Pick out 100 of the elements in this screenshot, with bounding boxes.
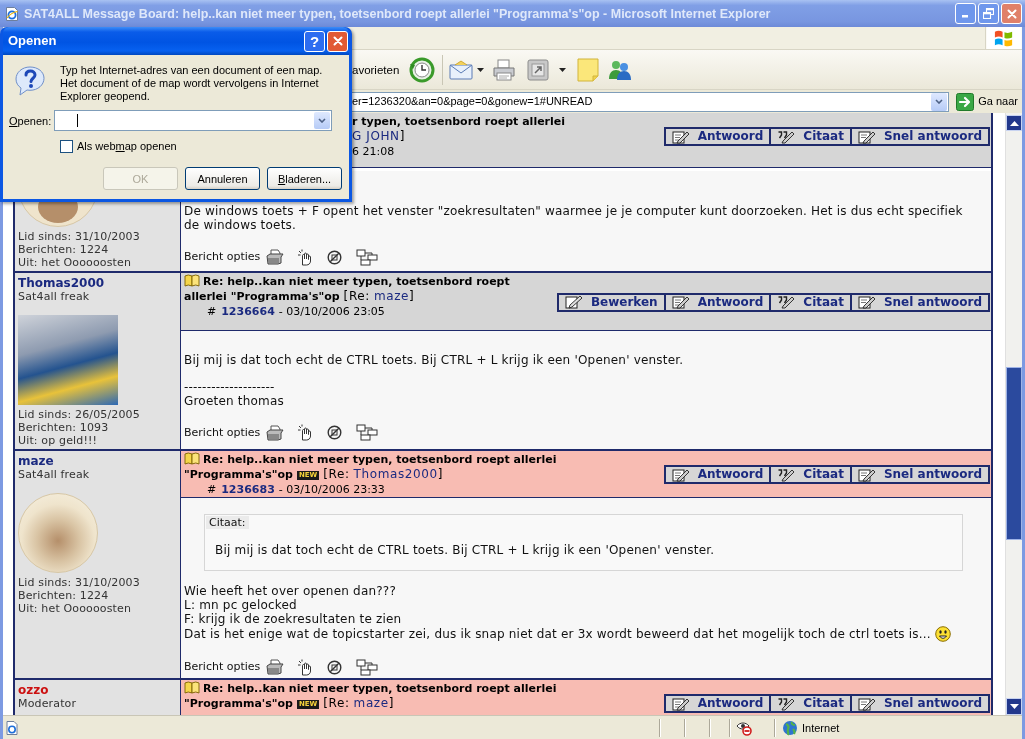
page-pen-icon [671, 129, 690, 144]
post-meta: # 1236664 - 03/10/2006 23:05 [207, 304, 385, 319]
author-stat: Lid sinds: 31/10/2003 [18, 576, 140, 589]
author-name[interactable]: Thomas2000 [18, 276, 105, 290]
quote-marks-pen-icon [777, 295, 796, 309]
post-number-link[interactable]: 1236683 [221, 483, 275, 496]
author-stat: Berichten: 1224 [18, 243, 109, 256]
page-pen-icon [671, 696, 690, 711]
post-action-button[interactable]: Citaat [771, 696, 852, 711]
page-pen-icon [857, 696, 876, 711]
dropdown-button[interactable] [314, 112, 330, 129]
author-stat: Uit: het Oooooosten [18, 256, 132, 269]
pointing-hand-icon[interactable] [297, 658, 314, 676]
options-label: Bericht opties [184, 250, 261, 264]
up-arrow-icon [1009, 120, 1019, 126]
field-label: Openen: [9, 113, 53, 128]
question-bubble-icon [14, 65, 46, 97]
prohibited-circle-icon[interactable] [327, 659, 343, 675]
reply-to-link[interactable]: maze [373, 289, 410, 303]
scrollbar-thumb[interactable] [1006, 367, 1022, 540]
dialog-message: Typ het Internet-adres van een document of een map. Het document of de map wordt vervolgens in Internet Explorer geopend. [60, 64, 324, 103]
author-rank: Sat4all freak [18, 468, 90, 481]
printer-icon[interactable] [266, 424, 285, 441]
page-pen-icon [857, 129, 876, 144]
restore-button[interactable] [978, 3, 999, 24]
author-stat: Lid sinds: 31/10/2003 [18, 230, 140, 243]
help-button[interactable]: ? [304, 30, 325, 52]
go-button[interactable]: Ga naar [956, 91, 1018, 112]
browser-page-icon [4, 5, 20, 22]
post-title: r typen, toetsenbord roept allerlei [352, 114, 566, 129]
reply-to-link[interactable]: maze [353, 696, 389, 710]
globe-icon [782, 719, 798, 736]
address-combobox[interactable] [54, 110, 332, 131]
post-action-button[interactable]: Citaat [771, 467, 852, 482]
caret-icon[interactable] [559, 67, 567, 72]
quote-text: Bij mij is dat toch echt de CTRL toets. Bij CTRL + L krijg ik een 'Openen' venster. [214, 542, 716, 559]
page-pen-icon [671, 295, 690, 309]
post-meta: 6 21:08 [352, 144, 395, 159]
scrollbar-track[interactable] [1005, 113, 1022, 715]
connected-boxes-icon[interactable] [356, 248, 379, 266]
eye-blocked-icon [736, 719, 752, 736]
printer-icon[interactable] [266, 659, 285, 675]
author-name[interactable]: maze [18, 454, 54, 468]
page-icon [4, 719, 20, 736]
post-text: L: mn pc gelocked [184, 598, 298, 612]
page-pencil-icon [564, 295, 583, 309]
author-stat: Uit: het Oooooosten [18, 602, 132, 615]
post-action-button[interactable]: Snel antwoord [851, 467, 988, 482]
author-rank: Moderator [18, 697, 77, 710]
printer-icon[interactable] [492, 58, 517, 81]
post-text: Bij mij is dat toch echt de CTRL toets. Bij CTRL + L krijg ik een 'Openen' venster. [184, 352, 685, 367]
post-title: Re: help..kan niet meer typen, toetsenbord roept allerlei "Programma's"op [Re: maze] [184, 274, 511, 304]
post-action-button[interactable]: Antwoord [665, 467, 772, 482]
restore-icon [983, 8, 994, 19]
page-pen-icon [671, 467, 690, 482]
author-name[interactable]: ozzo [18, 683, 49, 697]
close-button[interactable] [1001, 3, 1022, 24]
dropdown-button[interactable] [931, 92, 948, 111]
webmap-checkbox[interactable] [60, 139, 73, 153]
address-field[interactable]: er=1236320&an=0&page=0&gonew=1#UNREAD [352, 91, 950, 112]
dialog-button[interactable]: Bladeren... [267, 167, 342, 190]
down-arrow-icon [1009, 704, 1019, 709]
quote-marks-pen-icon [777, 696, 796, 711]
quote-marks-pen-icon [777, 129, 796, 144]
toolbar-button[interactable]: avorieten [352, 62, 400, 77]
page-pen-icon [857, 295, 876, 309]
options-label: Bericht opties [184, 425, 261, 440]
author-stat: Uit: op geld!!! [18, 434, 98, 447]
connected-boxes-icon[interactable] [356, 658, 379, 676]
page-pen-icon [857, 467, 876, 482]
reply-to-link[interactable]: G JOHN [352, 129, 400, 143]
reply-to-link[interactable]: Thomas2000 [353, 467, 438, 481]
dialog-button[interactable]: Annuleren [185, 167, 260, 190]
prohibited-circle-icon[interactable] [327, 249, 343, 265]
caret-icon[interactable] [477, 67, 485, 72]
dialog-title: Openen [8, 33, 58, 49]
post-action-button[interactable]: Antwoord [665, 696, 772, 711]
chevron-icon [318, 118, 326, 123]
post-text: -------------------- [184, 379, 276, 394]
pointing-hand-icon[interactable] [297, 424, 314, 441]
post-action-button[interactable]: Snel antwoord [851, 696, 988, 711]
author-stat: Berichten: 1093 [18, 421, 109, 434]
scroll-up-button[interactable] [1006, 115, 1022, 131]
post-text: F: krijg ik de zoekresultaten te zien [184, 612, 403, 626]
post-number-link[interactable]: 1236664 [221, 305, 275, 318]
close-icon [1006, 8, 1017, 19]
close-icon [332, 36, 343, 46]
minimize-button[interactable] [955, 3, 976, 24]
close-button[interactable] [327, 30, 348, 52]
printer-icon[interactable] [266, 249, 285, 265]
post-meta: # 1236683 - 03/10/2006 23:33 [207, 482, 385, 497]
options-label: Bericht opties [184, 660, 261, 674]
people-icon[interactable] [607, 58, 634, 81]
chevron-icon [935, 99, 944, 104]
connected-boxes-icon[interactable] [356, 424, 379, 441]
pointing-hand-icon[interactable] [297, 248, 314, 266]
quote-marks-pen-icon [777, 467, 796, 482]
scroll-down-button[interactable] [1006, 698, 1022, 715]
prohibited-circle-icon[interactable] [327, 425, 343, 440]
author-stat: Berichten: 1224 [18, 589, 109, 602]
